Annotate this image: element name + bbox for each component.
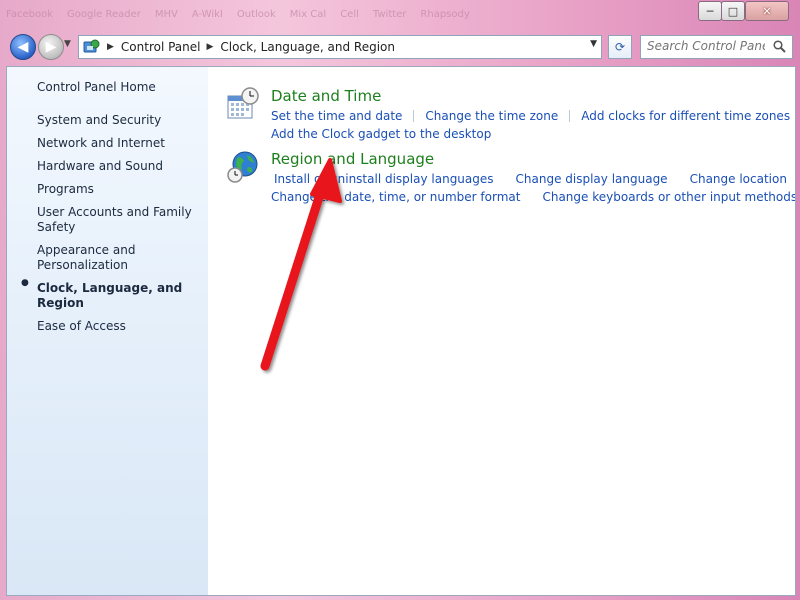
main-panel: Date and Time Set the time and date Chan… bbox=[208, 67, 795, 595]
add-clock-gadget-link[interactable]: Add the Clock gadget to the desktop bbox=[271, 127, 491, 141]
breadcrumb-control-panel[interactable]: Control Panel bbox=[121, 40, 201, 54]
bookmark-label: Twitter bbox=[372, 8, 407, 20]
control-panel-window: Control Panel Home ● System and Security… bbox=[6, 66, 796, 596]
forward-button[interactable]: ▶ bbox=[38, 34, 64, 60]
sidebar-item-programs[interactable]: Programs bbox=[37, 182, 203, 197]
close-icon: ✕ bbox=[762, 4, 772, 18]
bookmark-label: Rhapsody bbox=[420, 8, 470, 20]
sidebar: Control Panel Home ● System and Security… bbox=[7, 67, 208, 595]
search-input[interactable] bbox=[641, 36, 765, 56]
change-time-zone-link[interactable]: Change the time zone bbox=[425, 109, 558, 123]
breadcrumb-clock-language-region[interactable]: Clock, Language, and Region bbox=[220, 40, 395, 54]
sidebar-home-link[interactable]: Control Panel Home bbox=[37, 80, 156, 94]
change-display-language-link[interactable]: Change display language bbox=[516, 172, 668, 186]
calendar-clock-icon[interactable] bbox=[226, 87, 260, 121]
recent-pages-dropdown-icon[interactable]: ▼ bbox=[64, 39, 71, 49]
search-icon[interactable] bbox=[773, 40, 786, 53]
region-language-links: Install or uninstall display languages C… bbox=[271, 170, 795, 206]
maximize-icon: □ bbox=[727, 4, 739, 18]
sidebar-item-clock-language-region[interactable]: Clock, Language, and Region bbox=[37, 281, 203, 311]
sidebar-item-hardware-sound[interactable]: Hardware and Sound bbox=[37, 159, 203, 174]
change-format-link[interactable]: Change the date, time, or number format bbox=[271, 190, 520, 204]
breadcrumb-separator[interactable]: ▶ bbox=[107, 42, 114, 52]
sidebar-category-list: System and Security Network and Internet… bbox=[37, 113, 203, 342]
change-keyboards-link[interactable]: Change keyboards or other input methods bbox=[542, 190, 795, 204]
forward-arrow-icon: ▶ bbox=[45, 39, 57, 55]
address-bar[interactable]: ▶ Control Panel ▶ Clock, Language, and R… bbox=[78, 35, 602, 59]
navigation-bar: ◀ ▶ ▼ ▶ Control Panel ▶ Clock, Language,… bbox=[6, 30, 794, 62]
background-bookmarks: Facebook Google Reader MHV A-WikI Outloo… bbox=[0, 0, 696, 28]
set-time-date-link[interactable]: Set the time and date bbox=[271, 109, 402, 123]
change-location-link[interactable]: Change location bbox=[690, 172, 787, 186]
back-button[interactable]: ◀ bbox=[10, 34, 36, 60]
bookmark-label: Cell bbox=[340, 8, 359, 20]
sidebar-item-user-accounts[interactable]: User Accounts and Family Safety bbox=[37, 205, 203, 235]
bookmark-label: MHV bbox=[154, 8, 178, 20]
breadcrumb-separator[interactable]: ▶ bbox=[207, 42, 214, 52]
bookmark-label: Google Reader bbox=[67, 8, 141, 20]
install-display-languages-link[interactable]: Install or uninstall display languages bbox=[274, 172, 494, 186]
control-panel-icon bbox=[83, 39, 100, 53]
back-arrow-icon: ◀ bbox=[17, 39, 29, 55]
link-divider bbox=[413, 110, 415, 122]
date-time-links: Set the time and date Change the time zo… bbox=[271, 107, 791, 143]
refresh-icon: ⟳ bbox=[614, 40, 626, 54]
region-language-title[interactable]: Region and Language bbox=[271, 150, 434, 168]
globe-clock-icon[interactable] bbox=[226, 150, 260, 184]
date-time-title[interactable]: Date and Time bbox=[271, 87, 381, 105]
address-dropdown-icon[interactable]: ▼ bbox=[590, 39, 597, 49]
bookmark-label: Outlook bbox=[236, 8, 276, 20]
sidebar-item-appearance[interactable]: Appearance and Personalization bbox=[37, 243, 203, 273]
search-box[interactable] bbox=[640, 35, 793, 59]
add-clocks-link[interactable]: Add clocks for different time zones bbox=[581, 109, 790, 123]
minimize-icon: ─ bbox=[706, 4, 714, 18]
sidebar-item-network-internet[interactable]: Network and Internet bbox=[37, 136, 203, 151]
sidebar-item-ease-of-access[interactable]: Ease of Access bbox=[37, 319, 203, 334]
minimize-button[interactable]: ─ bbox=[698, 1, 722, 21]
bookmark-label: Facebook bbox=[6, 8, 53, 20]
bookmark-label: A-WikI bbox=[191, 8, 223, 20]
bookmark-label: Mix Cal bbox=[289, 8, 327, 20]
close-button[interactable]: ✕ bbox=[745, 1, 789, 21]
active-item-bullet: ● bbox=[21, 278, 29, 288]
link-divider bbox=[569, 110, 571, 122]
maximize-button[interactable]: □ bbox=[721, 1, 745, 21]
refresh-button[interactable]: ⟳ bbox=[608, 35, 632, 59]
sidebar-item-system-security[interactable]: System and Security bbox=[37, 113, 203, 128]
